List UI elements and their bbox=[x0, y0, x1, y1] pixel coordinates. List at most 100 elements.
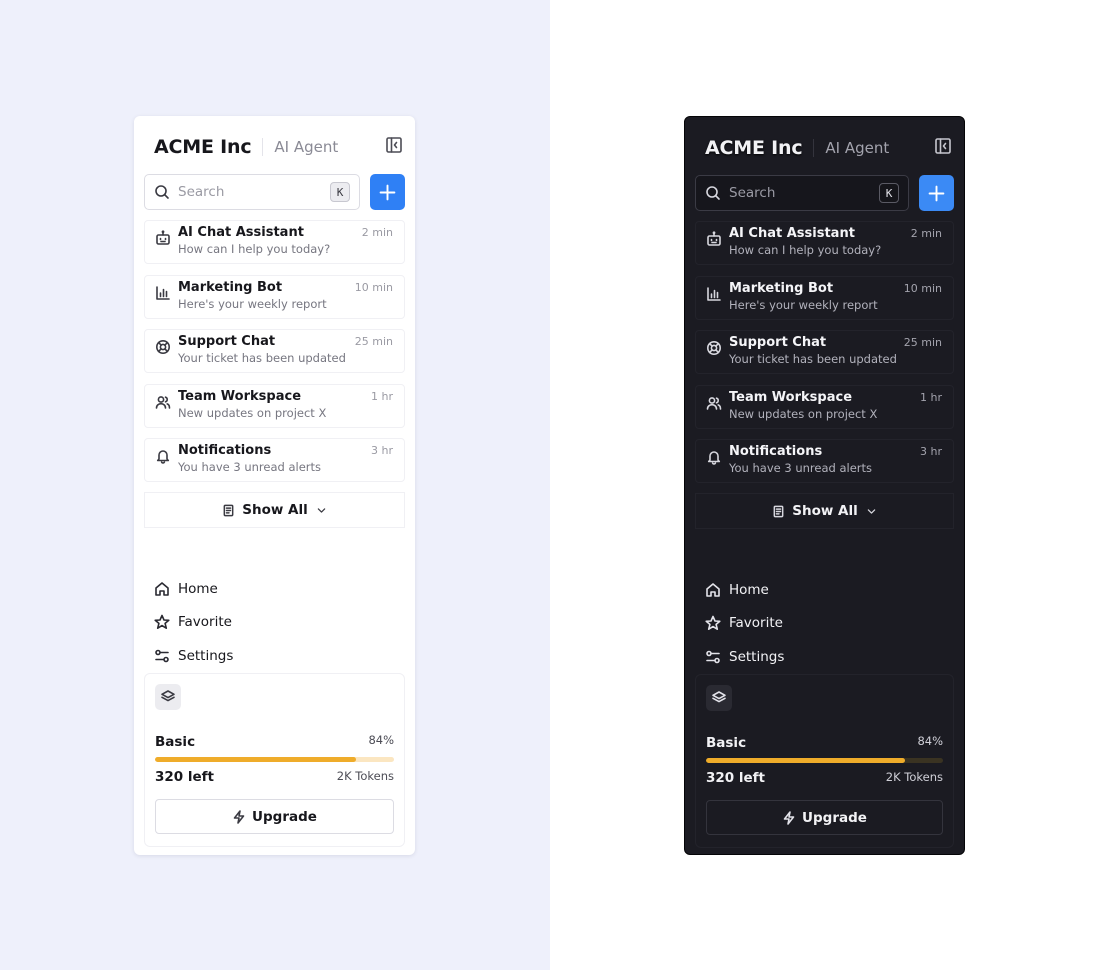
zap-icon bbox=[783, 810, 795, 825]
nav-item-settings[interactable]: Settings bbox=[705, 640, 784, 674]
life-buoy-icon bbox=[155, 339, 171, 355]
plan-remaining: 320 left bbox=[706, 770, 765, 786]
plan-card: Basic 84% 320 left 2K Tokens Upgrade bbox=[695, 674, 954, 848]
search-box[interactable]: K bbox=[144, 174, 360, 210]
chat-title: Team Workspace bbox=[729, 389, 853, 405]
chat-title: Notifications bbox=[178, 443, 272, 458]
chat-time: 3 hr bbox=[371, 444, 393, 457]
nav-item-favorite[interactable]: Favorite bbox=[154, 606, 233, 640]
plan-progress-bar bbox=[155, 757, 394, 762]
document-icon bbox=[773, 505, 784, 517]
layers-icon bbox=[706, 685, 732, 711]
upgrade-label: Upgrade bbox=[802, 809, 867, 826]
chat-preview: Your ticket has been updated bbox=[729, 352, 897, 366]
chevron-down-icon bbox=[317, 507, 326, 513]
chat-preview: Your ticket has been updated bbox=[178, 351, 346, 365]
brand-name: ACME Inc bbox=[705, 137, 803, 159]
chat-preview: Here's your weekly report bbox=[178, 296, 327, 311]
search-shortcut-key: K bbox=[330, 182, 350, 202]
chat-title: AI Chat Assistant bbox=[178, 225, 304, 240]
nav-item-settings[interactable]: Settings bbox=[154, 639, 233, 673]
search-icon bbox=[706, 186, 720, 200]
chat-preview: You have 3 unread alerts bbox=[178, 460, 321, 474]
chat-item-marketing-bot[interactable]: Marketing Bot Here's your weekly report … bbox=[695, 275, 954, 320]
plan-progress-fill bbox=[706, 758, 906, 763]
nav-item-home[interactable]: Home bbox=[154, 572, 233, 606]
new-chat-button[interactable] bbox=[919, 175, 954, 211]
search-icon bbox=[155, 185, 169, 199]
header-divider bbox=[813, 139, 815, 157]
main-nav: Home Favorite Settings bbox=[705, 573, 784, 674]
chat-item-notifications[interactable]: Notifications You have 3 unread alerts 3… bbox=[144, 438, 405, 482]
chat-preview: How can I help you today? bbox=[178, 242, 331, 256]
life-buoy-icon bbox=[706, 340, 722, 356]
chat-time: 1 hr bbox=[920, 390, 942, 404]
chat-item-notifications[interactable]: Notifications You have 3 unread alerts 3… bbox=[695, 439, 954, 483]
chat-title: Team Workspace bbox=[178, 388, 302, 404]
chat-time: 10 min bbox=[903, 281, 942, 295]
plan-name: Basic bbox=[706, 735, 747, 751]
home-icon bbox=[706, 582, 720, 597]
chat-item-ai-chat-assistant[interactable]: AI Chat Assistant How can I help you tod… bbox=[144, 220, 405, 264]
chat-time: 3 hr bbox=[920, 445, 942, 458]
show-all-button[interactable]: Show All bbox=[144, 492, 405, 528]
chat-time: 2 min bbox=[910, 227, 942, 240]
sidebar-collapse-icon[interactable] bbox=[934, 137, 952, 155]
plan-remaining: 320 left bbox=[155, 769, 214, 785]
chat-preview: You have 3 unread alerts bbox=[729, 461, 872, 475]
chat-preview: New updates on project X bbox=[178, 405, 327, 420]
brand-subtitle: AI Agent bbox=[274, 138, 339, 156]
plus-icon bbox=[379, 184, 396, 200]
nav-item-label: Home bbox=[178, 580, 218, 597]
chat-item-support-chat[interactable]: Support Chat Your ticket has been update… bbox=[695, 330, 954, 374]
new-chat-button[interactable] bbox=[370, 174, 405, 210]
show-all-button[interactable]: Show All bbox=[695, 493, 954, 529]
chat-item-marketing-bot[interactable]: Marketing Bot Here's your weekly report … bbox=[144, 274, 405, 319]
search-box[interactable]: K bbox=[695, 175, 909, 211]
bell-icon bbox=[155, 448, 171, 464]
zap-icon bbox=[233, 809, 245, 824]
sidebar-collapse-icon[interactable] bbox=[385, 136, 403, 154]
chat-time: 2 min bbox=[361, 226, 393, 239]
chat-item-team-workspace[interactable]: Team Workspace New updates on project X … bbox=[695, 384, 954, 429]
search-input[interactable] bbox=[729, 185, 869, 201]
chat-title: AI Chat Assistant bbox=[729, 226, 855, 241]
chat-preview: Here's your weekly report bbox=[729, 297, 878, 312]
chat-time: 25 min bbox=[903, 336, 942, 349]
upgrade-button[interactable]: Upgrade bbox=[706, 800, 943, 835]
home-icon bbox=[155, 581, 169, 596]
nav-item-home[interactable]: Home bbox=[705, 573, 784, 607]
show-all-label: Show All bbox=[242, 502, 308, 518]
users-icon bbox=[706, 395, 722, 411]
sliders-icon bbox=[706, 650, 720, 664]
plan-name: Basic bbox=[155, 734, 196, 750]
bot-icon bbox=[155, 230, 171, 246]
main-nav: Home Favorite Settings bbox=[154, 572, 233, 673]
chat-item-support-chat[interactable]: Support Chat Your ticket has been update… bbox=[144, 329, 405, 373]
upgrade-label: Upgrade bbox=[252, 808, 317, 825]
search-input[interactable] bbox=[178, 184, 318, 200]
bar-chart-icon bbox=[706, 286, 722, 302]
search-row: K bbox=[144, 174, 405, 210]
plan-progress-fill bbox=[155, 757, 356, 762]
plan-total-tokens: 2K Tokens bbox=[885, 770, 943, 784]
plan-card: Basic 84% 320 left 2K Tokens Upgrade bbox=[144, 673, 405, 847]
chat-list: AI Chat Assistant How can I help you tod… bbox=[144, 220, 405, 493]
document-icon bbox=[223, 504, 234, 516]
star-icon bbox=[705, 615, 721, 631]
bar-chart-icon bbox=[155, 285, 171, 301]
nav-item-favorite[interactable]: Favorite bbox=[705, 607, 784, 641]
chat-title: Marketing Bot bbox=[178, 279, 283, 295]
chat-item-team-workspace[interactable]: Team Workspace New updates on project X … bbox=[144, 383, 405, 428]
chevron-down-icon bbox=[867, 508, 876, 514]
sidebar-header: ACME Inc AI Agent bbox=[705, 135, 952, 161]
nav-item-label: Home bbox=[729, 581, 769, 598]
chat-item-ai-chat-assistant[interactable]: AI Chat Assistant How can I help you tod… bbox=[695, 221, 954, 265]
brand-subtitle: AI Agent bbox=[825, 139, 890, 157]
search-row: K bbox=[695, 175, 954, 211]
upgrade-button[interactable]: Upgrade bbox=[155, 799, 394, 834]
star-icon bbox=[154, 614, 170, 630]
bell-icon bbox=[706, 449, 722, 465]
sidebar-header: ACME Inc AI Agent bbox=[154, 134, 403, 160]
nav-item-label: Settings bbox=[729, 648, 785, 665]
